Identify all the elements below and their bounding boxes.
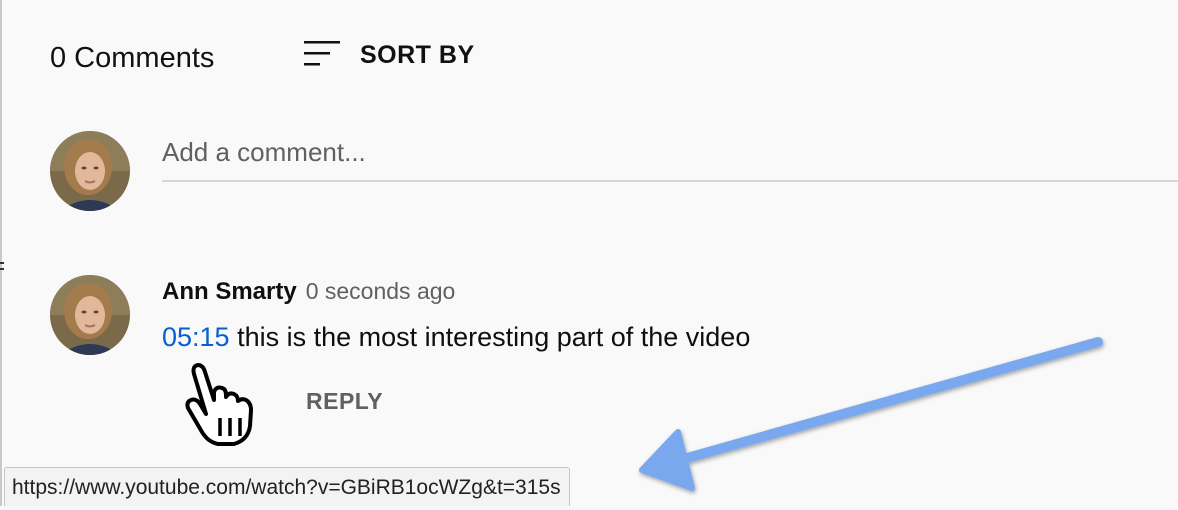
reply-button[interactable]: REPLY bbox=[306, 388, 383, 415]
comment-meta: Ann Smarty 0 seconds ago bbox=[162, 278, 455, 306]
comment-time[interactable]: 0 seconds ago bbox=[306, 278, 456, 305]
timestamp-link[interactable]: 05:15 bbox=[162, 322, 230, 352]
user-avatar-image bbox=[50, 275, 130, 355]
annotation-arrow-icon bbox=[639, 337, 1103, 491]
sort-lines-icon bbox=[304, 41, 340, 66]
edge-tick bbox=[0, 268, 4, 270]
avatar[interactable] bbox=[50, 131, 130, 211]
user-avatar-image bbox=[50, 131, 130, 211]
hand-pointer-cursor-icon bbox=[185, 363, 253, 446]
window-left-edge bbox=[0, 0, 2, 506]
comments-count: 0 Comments bbox=[50, 42, 215, 74]
add-comment-field[interactable] bbox=[162, 134, 1178, 182]
comment-input[interactable] bbox=[162, 134, 1178, 170]
edge-tick bbox=[0, 262, 4, 264]
comment-author-avatar[interactable] bbox=[50, 275, 130, 355]
comment-author-name[interactable]: Ann Smarty bbox=[162, 278, 297, 306]
status-bar-url: https://www.youtube.com/watch?v=GBiRB1oc… bbox=[4, 467, 570, 506]
sort-by-label: SORT BY bbox=[360, 41, 475, 69]
sort-by-button[interactable]: SORT BY bbox=[302, 38, 475, 72]
comments-header: 0 Comments bbox=[50, 38, 214, 78]
